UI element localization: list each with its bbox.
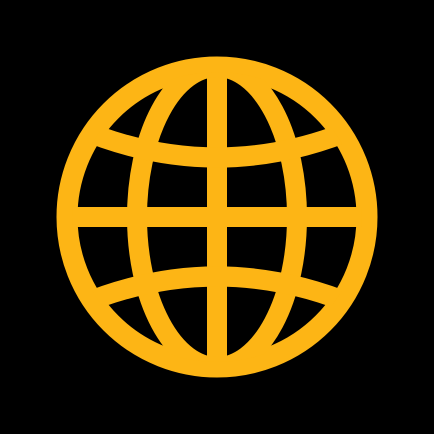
app-icon-canvas [0, 0, 434, 434]
globe-icon [56, 56, 378, 378]
